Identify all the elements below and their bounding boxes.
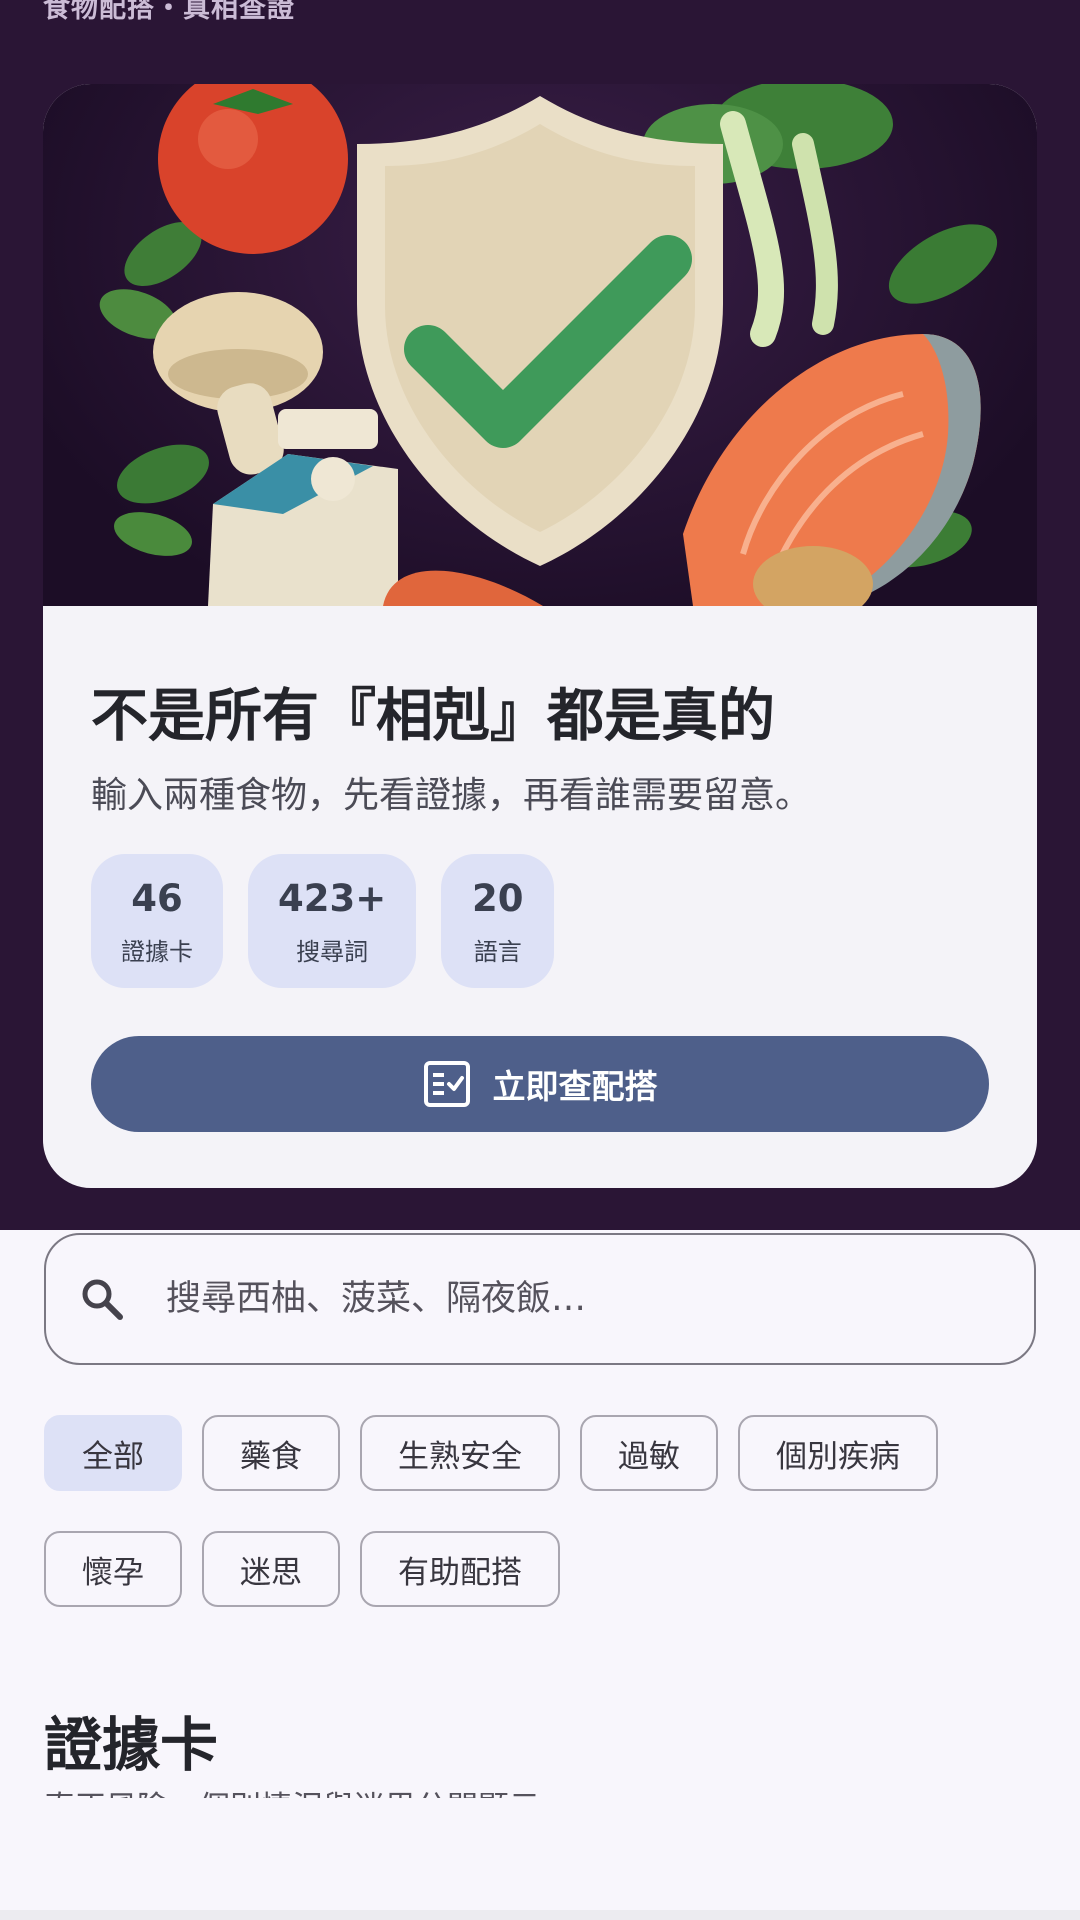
stat-label: 證據卡: [121, 937, 193, 966]
section-subtitle-clip: 真正風險、個別情況與迷思分開顯示: [44, 1782, 744, 1798]
filter-chip-row: 全部 藥食 生熟安全 過敏 個別疾病: [44, 1415, 1044, 1491]
stat-value: 423+: [278, 876, 387, 920]
filter-chips: 全部 藥食 生熟安全 過敏 個別疾病 懷孕 迷思 有助配搭: [44, 1415, 1044, 1647]
hero-title: 不是所有『相剋』都是真的: [91, 683, 775, 749]
stats-row: 46 證據卡 423+ 搜尋詞 20 語言: [91, 854, 555, 988]
chip-pregnancy[interactable]: 懷孕: [44, 1531, 182, 1607]
hero-card: 不是所有『相剋』都是真的 輸入兩種食物，先看證據，再看誰需要留意。 46 證據卡…: [43, 84, 1037, 1188]
chip-drug-food[interactable]: 藥食: [202, 1415, 340, 1491]
section-subtitle: 真正風險、個別情況與迷思分開顯示: [44, 1782, 744, 1798]
stat-search-terms: 423+ 搜尋詞: [248, 854, 417, 988]
stat-value: 46: [131, 876, 183, 920]
hero-subtitle: 輸入兩種食物，先看證據，再看誰需要留意。: [91, 775, 812, 816]
stat-label: 搜尋詞: [296, 937, 369, 966]
chip-raw-cooked-safety[interactable]: 生熟安全: [360, 1415, 560, 1491]
search-input[interactable]: [166, 1279, 946, 1319]
chip-all[interactable]: 全部: [44, 1415, 182, 1491]
hero-illustration: [43, 84, 1037, 606]
chip-myths[interactable]: 迷思: [202, 1531, 340, 1607]
stat-value: 20: [472, 876, 524, 920]
bottom-edge: [0, 1910, 1080, 1920]
check-pairing-label: 立即查配搭: [492, 1067, 658, 1106]
stat-label: 語言: [473, 937, 522, 966]
check-pairing-button[interactable]: 立即查配搭: [91, 1036, 989, 1132]
stat-evidence-cards: 46 證據卡: [91, 854, 223, 988]
filter-chip-row: 懷孕 迷思 有助配搭: [44, 1531, 1044, 1607]
chip-helpful-pairing[interactable]: 有助配搭: [360, 1531, 560, 1607]
checklist-icon: [423, 1060, 471, 1108]
stat-languages: 20 語言: [441, 854, 555, 988]
search-icon: [78, 1275, 126, 1323]
hero-body: 不是所有『相剋』都是真的 輸入兩種食物，先看證據，再看誰需要留意。 46 證據卡…: [43, 606, 1037, 1188]
search-bar[interactable]: [44, 1233, 1036, 1365]
section-title: 證據卡: [44, 1711, 219, 1779]
app-caption: 食物配搭・真相查證: [43, 0, 295, 24]
chip-specific-disease[interactable]: 個別疾病: [738, 1415, 938, 1491]
chip-allergy[interactable]: 過敏: [580, 1415, 718, 1491]
